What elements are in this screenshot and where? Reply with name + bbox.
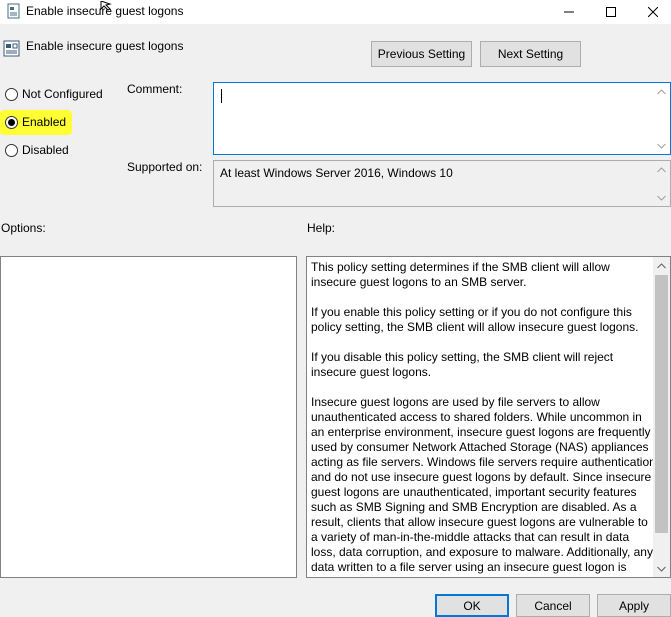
maximize-button[interactable] [588,0,634,24]
radio-label: Enabled [22,115,67,129]
supported-on-value: At least Windows Server 2016, Windows 10 [220,166,453,180]
close-icon [648,7,658,17]
cancel-button[interactable]: Cancel [516,594,590,617]
supported-on-field: At least Windows Server 2016, Windows 10 [213,160,671,207]
maximize-icon [606,7,616,17]
ok-button[interactable]: OK [435,594,509,617]
comment-label: Comment: [127,82,183,96]
scroll-down-icon[interactable] [653,137,670,154]
help-text: This policy setting determines if the SM… [311,260,656,577]
radio-button[interactable] [5,143,18,157]
help-paragraph: This policy setting determines if the SM… [311,260,610,289]
next-setting-button[interactable]: Next Setting [480,41,581,67]
policy-title: Enable insecure guest logons [26,39,184,53]
radio-label: Disabled [22,143,69,157]
previous-setting-button[interactable]: Previous Setting [371,41,472,67]
close-button[interactable] [630,0,671,24]
scroll-up-icon[interactable] [653,161,670,178]
policy-setting-icon [3,40,20,57]
radio-button[interactable] [5,87,18,101]
scroll-down-icon[interactable] [653,560,670,577]
supported-scrollbar[interactable] [653,161,670,206]
supported-on-label: Supported on: [127,160,203,174]
radio-not-configured[interactable]: Not Configured [5,85,103,103]
scroll-thumb[interactable] [655,275,668,533]
apply-button[interactable]: Apply [597,594,671,617]
radio-enabled[interactable]: Enabled [5,113,66,131]
comment-input[interactable] [213,82,671,155]
scroll-up-icon[interactable] [653,257,670,274]
radio-disabled[interactable]: Disabled [5,141,69,159]
comment-scrollbar[interactable] [653,83,670,154]
options-label: Options: [1,221,46,235]
text-caret [221,89,222,103]
radio-button[interactable] [5,115,18,129]
mouse-cursor-icon [100,0,114,14]
help-paragraph: If you enable this policy setting or if … [311,305,639,334]
radio-label: Not Configured [22,87,103,101]
policy-app-icon [6,3,22,19]
scroll-down-icon[interactable] [653,189,670,206]
help-label: Help: [307,221,336,235]
minimize-button[interactable] [546,0,592,24]
help-pane: This policy setting determines if the SM… [306,256,671,578]
help-scrollbar[interactable] [653,257,670,577]
minimize-icon [564,7,574,17]
scroll-up-icon[interactable] [653,83,670,100]
help-paragraph: If you disable this policy setting, the … [311,350,614,379]
options-pane [0,256,297,578]
help-paragraph: Insecure guest logons are used by file s… [311,395,656,574]
